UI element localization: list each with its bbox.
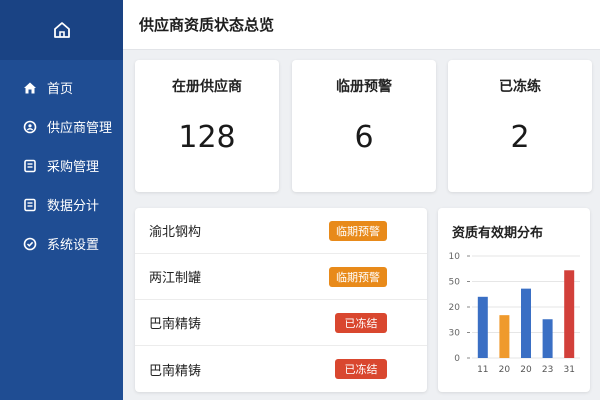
sidebar-item-purchase[interactable]: 采购管理 — [0, 146, 123, 185]
home-icon — [22, 80, 38, 96]
stat-value: 6 — [354, 120, 374, 155]
stat-value: 2 — [510, 120, 530, 155]
supplier-name: 渝北钢构 — [149, 225, 202, 240]
sidebar-item-label: 首页 — [47, 82, 74, 97]
stat-label: 已冻练 — [499, 79, 541, 95]
sidebar-nav: 首页 供应商管理 采购管理 数据分计 系统设置 — [0, 60, 123, 263]
supplier-name: 两江制罐 — [149, 271, 202, 286]
y-tick-label: 10 — [449, 252, 461, 262]
list-item[interactable]: 渝北钢构 临期预警 — [135, 208, 427, 254]
sidebar-item-supplier[interactable]: 供应商管理 — [0, 107, 123, 146]
x-tick-label: 20 — [520, 365, 532, 375]
status-badge: 临期预警 — [329, 220, 387, 241]
x-tick-label: 20 — [499, 365, 511, 375]
status-badge: 临期预警 — [329, 266, 387, 287]
y-tick-label: 50 — [449, 278, 461, 288]
chart-bar — [564, 270, 575, 358]
stat-label: 临册预警 — [336, 79, 392, 95]
sidebar-item-settings[interactable]: 系统设置 — [0, 224, 123, 263]
chart-bar — [542, 319, 553, 358]
page-title: 供应商资质状态总览 — [139, 16, 275, 34]
supplier-list: 渝北钢构 临期预警 两江制罐 临期预警 巴南精铸 已冻结 巴南精铸 已冻结 — [135, 208, 427, 392]
stat-card-warning: 临册预警 6 — [292, 60, 436, 192]
list-item[interactable]: 两江制罐 临期预警 — [135, 254, 427, 300]
sidebar-item-label: 系统设置 — [47, 238, 100, 253]
chart-bar — [499, 315, 510, 358]
sidebar-item-data[interactable]: 数据分计 — [0, 185, 123, 224]
settings-icon — [22, 236, 38, 252]
sidebar-item-home[interactable]: 首页 — [0, 68, 123, 107]
list-item[interactable]: 巴南精铸 已冻结 — [135, 346, 427, 392]
sidebar-item-label: 数据分计 — [47, 199, 100, 214]
supplier-icon — [22, 119, 38, 135]
x-tick-label: 23 — [542, 365, 553, 375]
x-tick-label: 31 — [563, 365, 574, 375]
data-list-icon — [22, 197, 38, 213]
y-tick-label: 30 — [449, 329, 461, 339]
sidebar-item-label: 供应商管理 — [47, 121, 113, 136]
list-item[interactable]: 巴南精铸 已冻结 — [135, 300, 427, 346]
status-badge: 已冻结 — [335, 359, 387, 379]
purchase-list-icon — [22, 158, 38, 174]
chart-bar — [477, 296, 488, 358]
validity-chart-panel: 资质有效期分布 10 50 20 30 0 11 20 20 23 31 — [438, 208, 590, 392]
sidebar: 首页 供应商管理 采购管理 数据分计 系统设置 — [0, 0, 123, 400]
home-outline-icon — [53, 22, 70, 38]
stat-value: 128 — [178, 120, 236, 155]
chart-title: 资质有效期分布 — [452, 226, 544, 241]
stat-card-frozen: 已冻练 2 — [448, 60, 592, 192]
supplier-name: 巴南精铸 — [149, 363, 202, 379]
sidebar-item-label: 采购管理 — [47, 160, 100, 175]
validity-bar-chart: 10 50 20 30 0 11 20 20 23 31 — [449, 252, 580, 375]
supplier-name: 巴南精铸 — [149, 317, 202, 332]
stat-card-registered: 在册供应商 128 — [135, 60, 279, 192]
page-header: 供应商资质状态总览 — [123, 0, 600, 50]
logo[interactable] — [0, 0, 123, 60]
status-badge: 已冻结 — [335, 312, 387, 333]
chart-bar — [521, 288, 531, 358]
stat-label: 在册供应商 — [172, 79, 242, 95]
y-tick-label: 0 — [454, 354, 460, 364]
y-tick-label: 20 — [449, 303, 461, 313]
x-tick-label: 11 — [477, 365, 488, 375]
